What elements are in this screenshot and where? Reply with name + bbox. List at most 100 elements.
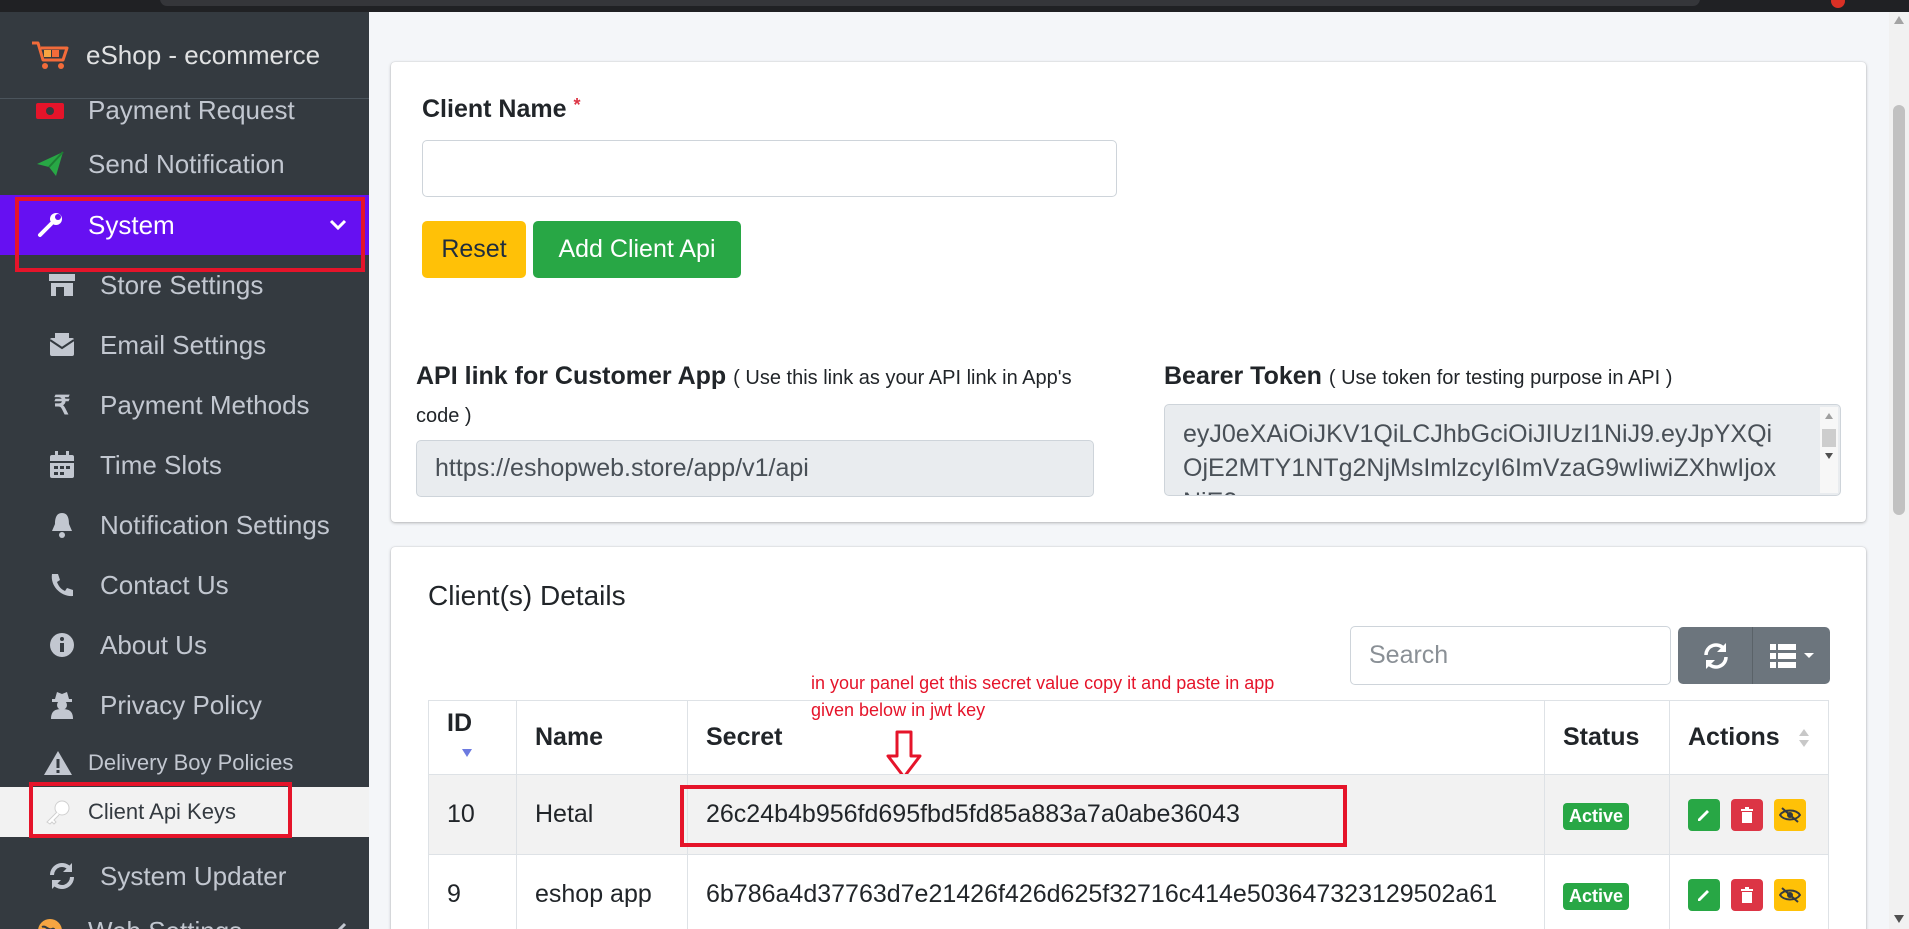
refresh-icon[interactable]: [1702, 642, 1730, 670]
rupee-icon: ₹: [53, 389, 71, 420]
delete-button[interactable]: [1730, 878, 1763, 911]
bearer-token-label-text: Bearer Token: [1164, 362, 1322, 390]
cell-status: Active: [1544, 774, 1670, 855]
api-link-label: API link for Customer App ( Use this lin…: [416, 358, 1076, 434]
sidebar-item-label: Payment Request: [88, 94, 295, 125]
edit-button[interactable]: [1688, 878, 1720, 911]
sidebar-item-system-updater[interactable]: System Updater: [0, 846, 369, 906]
trash-icon: [1740, 806, 1753, 823]
cell-id: 9: [428, 854, 517, 929]
sidebar-item-contact-us[interactable]: Contact Us: [0, 555, 369, 615]
sidebar-item-notification-settings[interactable]: Notification Settings: [0, 495, 369, 555]
column-header-label: ID: [447, 708, 472, 737]
sidebar-item-label: About Us: [100, 629, 207, 660]
column-header-secret[interactable]: Secret: [687, 700, 1545, 775]
scrollbar-thumb[interactable]: [1893, 105, 1905, 515]
token-scrollbar[interactable]: [1820, 407, 1838, 493]
required-mark: *: [573, 95, 581, 115]
sidebar-item-system[interactable]: System: [0, 195, 369, 255]
sidebar-item-email-settings[interactable]: Email Settings: [0, 315, 369, 375]
status-badge: Active: [1563, 882, 1630, 910]
sidebar-item-label: System Updater: [100, 860, 287, 891]
client-name-input[interactable]: [422, 140, 1117, 197]
annotation-line-1: in your panel get this secret value copy…: [811, 673, 1275, 693]
toggle-visibility-button[interactable]: [1773, 798, 1806, 831]
status-badge: Active: [1563, 802, 1630, 830]
sidebar-item-privacy-policy[interactable]: Privacy Policy: [0, 675, 369, 735]
brand-title: eShop - ecommerce: [86, 39, 321, 70]
sidebar-item-label: Time Slots: [100, 449, 222, 480]
brand[interactable]: eShop - ecommerce: [0, 12, 369, 99]
warning-icon: [40, 748, 76, 778]
bell-icon: [44, 510, 80, 540]
reset-button[interactable]: Reset: [422, 221, 526, 278]
pencil-icon: [1698, 889, 1709, 901]
browser-chrome: [0, 0, 1909, 12]
money-icon: [32, 95, 68, 125]
page-scrollbar[interactable]: [1889, 12, 1909, 929]
add-client-api-button[interactable]: Add Client Api: [533, 221, 741, 278]
column-header-actions[interactable]: Actions: [1669, 700, 1829, 775]
columns-toggle-icon[interactable]: [1770, 644, 1818, 668]
bearer-token-hint: ( Use token for testing purpose in API ): [1328, 367, 1673, 389]
sidebar-item-delivery-boy-policies[interactable]: Delivery Boy Policies: [0, 738, 369, 788]
sidebar-item-label: Web Settings: [88, 916, 242, 929]
sidebar-item-payment-request[interactable]: Payment Request: [0, 90, 369, 130]
client-name-label: Client Name *: [422, 95, 580, 124]
cell-secret[interactable]: 26c24b4b956fd695fbd5fd85a883a7a0abe36043: [687, 774, 1545, 855]
bearer-token-field[interactable]: eyJ0eXAiOiJKV1QiLCJhbGciOiJIUzI1NiJ9.eyJ…: [1164, 404, 1841, 496]
profile-avatar[interactable]: [1831, 0, 1845, 8]
cell-name: Hetal: [516, 774, 688, 855]
sidebar-item-about-us[interactable]: About Us: [0, 615, 369, 675]
table-row[interactable]: 9 eshop app 6b786a4d37763d7e21426f426d62…: [428, 854, 1829, 929]
table-row[interactable]: 10 Hetal 26c24b4b956fd695fbd5fd85a883a7a…: [428, 774, 1829, 855]
column-header-status[interactable]: Status: [1544, 700, 1670, 775]
cell-id: 10: [428, 774, 517, 855]
wrench-icon: [32, 210, 68, 240]
search-input[interactable]: Search: [1350, 626, 1671, 685]
sidebar-item-label: System: [88, 209, 175, 240]
cart-logo-icon: [32, 41, 69, 69]
globe-icon: [32, 916, 68, 929]
bearer-token-value: eyJ0eXAiOiJKV1QiLCJhbGciOiJIUzI1NiJ9.eyJ…: [1183, 420, 1777, 495]
cell-secret[interactable]: 6b786a4d37763d7e21426f426d625f32716c414e…: [687, 854, 1545, 929]
store-icon: [44, 270, 80, 300]
sidebar-item-label: Delivery Boy Policies: [88, 750, 294, 775]
sidebar-item-send-notification[interactable]: Send Notification: [0, 134, 369, 194]
cell-name: eshop app: [516, 854, 688, 929]
user-secret-icon: [44, 690, 80, 720]
sidebar-item-web-settings[interactable]: Web Settings: [0, 906, 369, 929]
sidebar-item-payment-methods[interactable]: ₹ Payment Methods: [0, 375, 369, 435]
sidebar-item-store-settings[interactable]: Store Settings: [0, 255, 369, 315]
bearer-token-label: Bearer Token ( Use token for testing pur…: [1164, 358, 1672, 396]
address-bar[interactable]: [160, 0, 1700, 6]
sidebar-item-label: Store Settings: [100, 269, 264, 300]
paper-plane-icon: [32, 149, 68, 179]
calendar-icon: [44, 450, 80, 480]
cell-status: Active: [1544, 854, 1670, 929]
table-header-row: ID Name Secret Status Actions: [428, 700, 1829, 775]
api-link-field[interactable]: https://eshopweb.store/app/v1/api: [416, 440, 1094, 497]
token-scroll-arrows-icon: [1825, 413, 1833, 459]
sidebar-item-label: Contact Us: [100, 569, 229, 600]
cell-actions: [1669, 774, 1829, 855]
clients-table: ID Name Secret Status Actions 10 Hetal 2…: [428, 700, 1829, 929]
envelope-icon: [44, 330, 80, 360]
chevron-left-icon: [337, 922, 347, 929]
key-icon: [40, 797, 76, 827]
delete-button[interactable]: [1730, 798, 1763, 831]
sidebar-item-label: Send Notification: [88, 148, 285, 179]
sidebar-item-label: Email Settings: [100, 329, 267, 360]
phone-icon: [44, 570, 80, 600]
sidebar-item-client-api-keys[interactable]: Client Api Keys: [0, 787, 369, 837]
toggle-visibility-button[interactable]: [1773, 878, 1806, 911]
sync-icon: [44, 861, 80, 891]
column-header-id[interactable]: ID: [428, 700, 517, 775]
sidebar-item-time-slots[interactable]: Time Slots: [0, 435, 369, 495]
sidebar-item-label: Payment Methods: [100, 389, 310, 420]
edit-button[interactable]: [1688, 798, 1720, 831]
column-header-name[interactable]: Name: [516, 700, 688, 775]
api-link-label-text: API link for Customer App: [416, 362, 727, 390]
clients-section-title: Client(s) Details: [428, 580, 626, 611]
sidebar-item-label: Privacy Policy: [100, 689, 262, 720]
